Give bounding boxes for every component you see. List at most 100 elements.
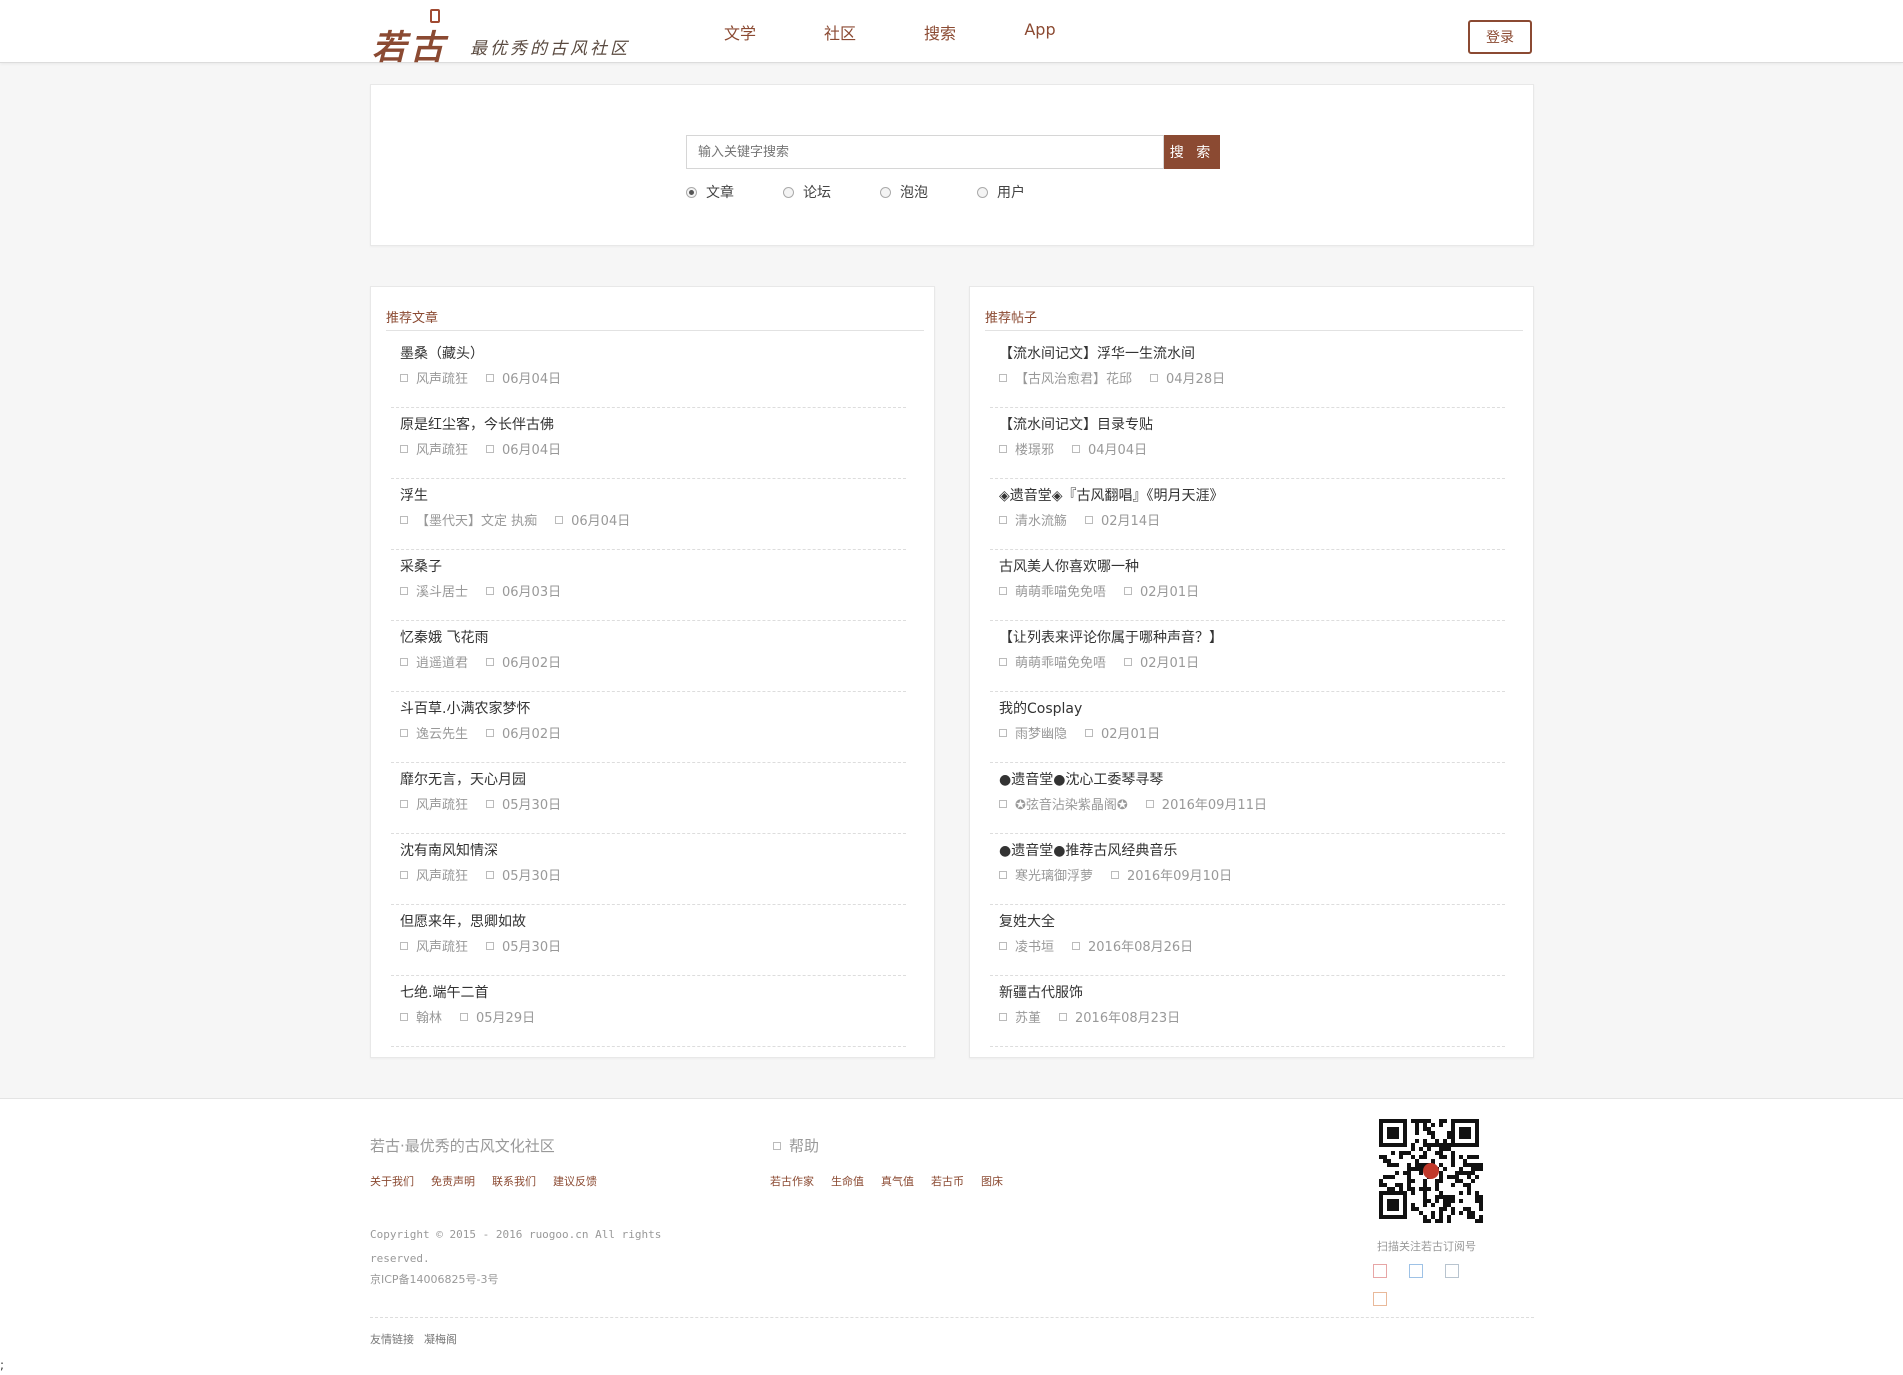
item-author[interactable]: 风声疏狂 xyxy=(400,936,468,955)
social-links xyxy=(1373,1264,1493,1320)
footer-link-contact[interactable]: 联系我们 xyxy=(492,1173,536,1189)
list-item[interactable]: 原是红尘客，今长伴古佛 风声疏狂 06月04日 xyxy=(391,408,906,479)
list-item[interactable]: ◈遗音堂◈『古风翻唱』《明月天涯》 清水流觞 02月14日 xyxy=(990,479,1505,550)
item-title[interactable]: 新疆古代服饰 xyxy=(999,982,1505,1002)
item-author[interactable]: 凌书垣 xyxy=(999,936,1054,955)
item-author[interactable]: 逍遥道君 xyxy=(400,652,468,671)
item-author[interactable]: 寒光璃御浮萝 xyxy=(999,865,1093,884)
item-title[interactable]: 采桑子 xyxy=(400,556,906,576)
search-type-article[interactable]: 文章 xyxy=(686,182,783,202)
radio-checked-icon[interactable] xyxy=(686,186,697,198)
item-author[interactable]: 【墨代天】文定 执痴 xyxy=(400,510,537,529)
item-author[interactable]: 风声疏狂 xyxy=(400,439,468,458)
list-item[interactable]: 古风美人你喜欢哪一种 萌萌乖喵免免唔 02月01日 xyxy=(990,550,1505,621)
radio-unchecked-icon[interactable] xyxy=(783,186,794,198)
item-title[interactable]: 【流水间记文】目录专贴 xyxy=(999,414,1505,434)
panel-title: 推荐帖子 xyxy=(985,299,1523,331)
qr-code-image xyxy=(1379,1119,1483,1223)
item-meta: 清水流觞 02月14日 xyxy=(999,510,1505,529)
item-author[interactable]: 清水流觞 xyxy=(999,510,1067,529)
list-item[interactable]: 【流水间记文】浮华一生流水间 【古风治愈君】花邱 04月28日 xyxy=(990,337,1505,408)
search-type-user[interactable]: 用户 xyxy=(977,182,1074,202)
item-author[interactable]: 风声疏狂 xyxy=(400,368,468,387)
item-title[interactable]: 墨桑（藏头） xyxy=(400,343,906,363)
footer-link-disclaimer[interactable]: 免责声明 xyxy=(431,1173,475,1189)
item-title[interactable]: 靡尔无言，天心月园 xyxy=(400,769,906,789)
list-item[interactable]: 七绝.端午二首 翰林 05月29日 xyxy=(391,976,906,1047)
clock-icon xyxy=(1085,728,1094,737)
list-item[interactable]: 新疆古代服饰 苏堇 2016年08月23日 xyxy=(990,976,1505,1047)
help-label: 帮助 xyxy=(789,1137,820,1155)
item-author[interactable]: 雨梦幽隐 xyxy=(999,723,1067,742)
item-title[interactable]: 七绝.端午二首 xyxy=(400,982,906,1002)
nav-item-app[interactable]: App xyxy=(990,20,1090,44)
item-title[interactable]: 我的Cosplay xyxy=(999,698,1505,718)
item-title[interactable]: ●遗音堂●推荐古风经典音乐 xyxy=(999,840,1505,860)
qq-icon[interactable] xyxy=(1409,1264,1423,1278)
radio-unchecked-icon[interactable] xyxy=(977,186,988,198)
help-link-life-value[interactable]: 生命值 xyxy=(831,1173,864,1189)
item-author[interactable]: 风声疏狂 xyxy=(400,865,468,884)
list-item[interactable]: 【流水间记文】目录专贴 楼璟邪 04月04日 xyxy=(990,408,1505,479)
list-item[interactable]: 沈有南风知情深 风声疏狂 05月30日 xyxy=(391,834,906,905)
item-author[interactable]: 楼璟邪 xyxy=(999,439,1054,458)
item-title[interactable]: 原是红尘客，今长伴古佛 xyxy=(400,414,906,434)
item-author[interactable]: 【古风治愈君】花邱 xyxy=(999,368,1132,387)
nav-item-search[interactable]: 搜索 xyxy=(890,20,990,44)
item-author[interactable]: 溪斗居士 xyxy=(400,581,468,600)
radio-unchecked-icon[interactable] xyxy=(880,186,891,198)
list-item[interactable]: 复姓大全 凌书垣 2016年08月26日 xyxy=(990,905,1505,976)
help-link-image-host[interactable]: 图床 xyxy=(981,1173,1003,1189)
item-meta: 风声疏狂 06月04日 xyxy=(400,439,906,458)
list-item[interactable]: 我的Cosplay 雨梦幽隐 02月01日 xyxy=(990,692,1505,763)
list-item[interactable]: 【让列表来评论你属于哪种声音？】 萌萌乖喵免免唔 02月01日 xyxy=(990,621,1505,692)
list-item[interactable]: ●遗音堂●沈心工委琴寻琴 ✪弦音沾染紫晶阁✪ 2016年09月11日 xyxy=(990,763,1505,834)
item-title[interactable]: ●遗音堂●沈心工委琴寻琴 xyxy=(999,769,1505,789)
item-title[interactable]: ◈遗音堂◈『古风翻唱』《明月天涯》 xyxy=(999,485,1505,505)
list-item[interactable]: 但愿来年，思卿如故 风声疏狂 05月30日 xyxy=(391,905,906,976)
search-button[interactable]: 搜 索 xyxy=(1164,135,1220,169)
search-input[interactable] xyxy=(686,135,1164,169)
list-item[interactable]: ●遗音堂●推荐古风经典音乐 寒光璃御浮萝 2016年09月10日 xyxy=(990,834,1505,905)
friend-link-ningmeige[interactable]: 凝梅阁 xyxy=(424,1331,457,1347)
weibo-icon[interactable] xyxy=(1373,1264,1387,1278)
list-item[interactable]: 靡尔无言，天心月园 风声疏狂 05月30日 xyxy=(391,763,906,834)
item-author[interactable]: 逸云先生 xyxy=(400,723,468,742)
item-title[interactable]: 古风美人你喜欢哪一种 xyxy=(999,556,1505,576)
nav-item-literature[interactable]: 文学 xyxy=(690,20,790,44)
item-title[interactable]: 斗百草.小满农家梦怀 xyxy=(400,698,906,718)
nav-item-community[interactable]: 社区 xyxy=(790,20,890,44)
item-title[interactable]: 【让列表来评论你属于哪种声音？】 xyxy=(999,627,1505,647)
list-item[interactable]: 斗百草.小满农家梦怀 逸云先生 06月02日 xyxy=(391,692,906,763)
help-link-writers[interactable]: 若古作家 xyxy=(770,1173,814,1189)
item-author[interactable]: 萌萌乖喵免免唔 xyxy=(999,581,1106,600)
douban-icon[interactable] xyxy=(1373,1292,1387,1306)
item-title[interactable]: 【流水间记文】浮华一生流水间 xyxy=(999,343,1505,363)
help-link-qi-value[interactable]: 真气值 xyxy=(881,1173,914,1189)
item-author[interactable]: 风声疏狂 xyxy=(400,794,468,813)
search-type-forum[interactable]: 论坛 xyxy=(783,182,880,202)
list-item[interactable]: 忆秦娥 飞花雨 逍遥道君 06月02日 xyxy=(391,621,906,692)
list-item[interactable]: 采桑子 溪斗居士 06月03日 xyxy=(391,550,906,621)
item-title[interactable]: 忆秦娥 飞花雨 xyxy=(400,627,906,647)
login-button[interactable]: 登录 xyxy=(1468,20,1532,54)
item-title[interactable]: 但愿来年，思卿如故 xyxy=(400,911,906,931)
site-logo[interactable]: 若古 最优秀的古风社区 xyxy=(370,6,640,68)
user-icon xyxy=(400,1012,408,1021)
footer-link-feedback[interactable]: 建议反馈 xyxy=(553,1173,597,1189)
item-title[interactable]: 复姓大全 xyxy=(999,911,1505,931)
search-type-bubble[interactable]: 泡泡 xyxy=(880,182,977,202)
footer-link-about[interactable]: 关于我们 xyxy=(370,1173,414,1189)
clock-icon xyxy=(1072,444,1081,453)
item-author[interactable]: 苏堇 xyxy=(999,1007,1041,1026)
tieba-icon[interactable] xyxy=(1445,1264,1459,1278)
item-author[interactable]: 翰林 xyxy=(400,1007,442,1026)
item-title[interactable]: 浮生 xyxy=(400,485,906,505)
list-item[interactable]: 墨桑（藏头） 风声疏狂 06月04日 xyxy=(391,337,906,408)
item-title[interactable]: 沈有南风知情深 xyxy=(400,840,906,860)
help-link-coins[interactable]: 若古币 xyxy=(931,1173,964,1189)
item-date: 02月01日 xyxy=(1124,652,1199,671)
item-author[interactable]: ✪弦音沾染紫晶阁✪ xyxy=(999,794,1128,813)
item-author[interactable]: 萌萌乖喵免免唔 xyxy=(999,652,1106,671)
list-item[interactable]: 浮生 【墨代天】文定 执痴 06月04日 xyxy=(391,479,906,550)
